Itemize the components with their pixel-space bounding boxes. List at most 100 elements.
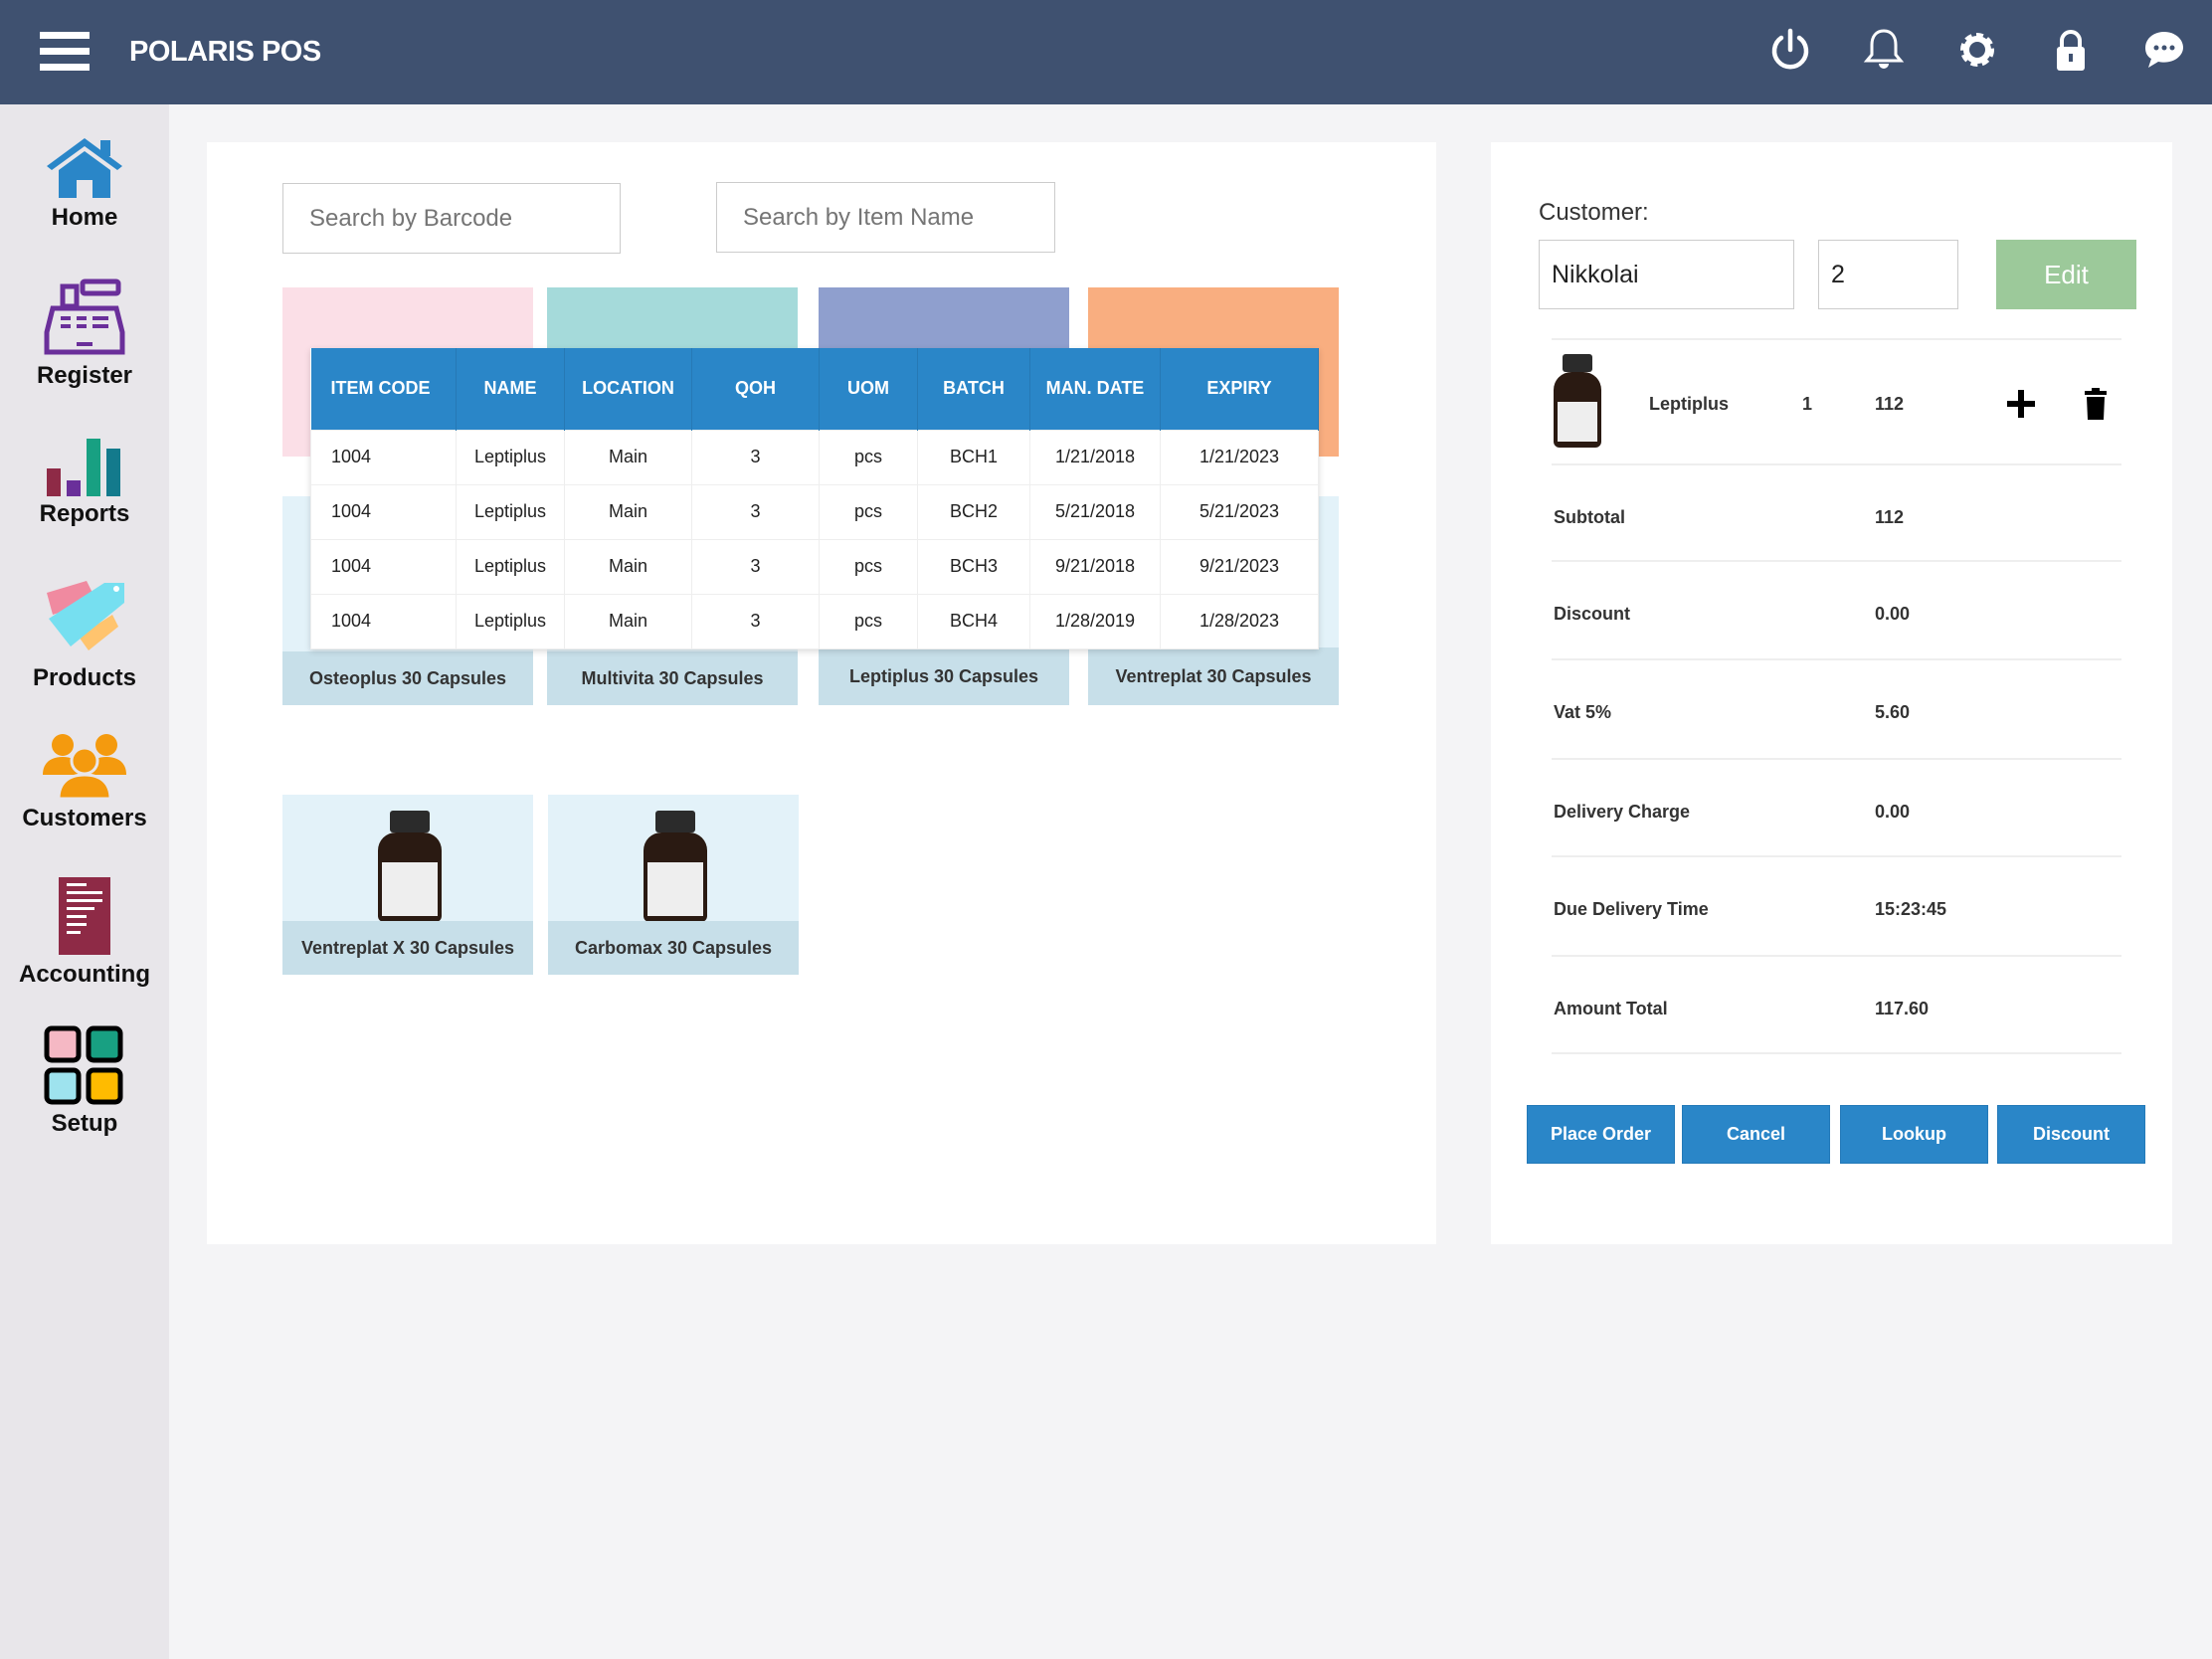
summary-value: 112 (1875, 507, 1905, 527)
sidebar-item-setup[interactable]: Setup (0, 1024, 169, 1138)
plus-icon[interactable] (2007, 390, 2035, 418)
table-cell: 1004 (310, 483, 457, 540)
table-row[interactable]: 1004 Leptiplus Main 3 pcs BCH4 1/28/2019 1/28/2… (310, 593, 1319, 649)
table-cell: 1/28/2023 (1160, 593, 1319, 649)
summary-row: Discount 0.00 (1552, 562, 2121, 660)
sidebar-item-label: Customers (22, 805, 147, 831)
table-cell: 1/21/2018 (1029, 429, 1161, 485)
table-cell: 3 (691, 593, 820, 649)
gear-icon[interactable] (1953, 26, 2001, 74)
table-cell: Leptiplus (456, 429, 565, 485)
barcode-search-input[interactable] (282, 183, 621, 254)
summary-label: Vat 5% (1554, 702, 1612, 722)
column-header[interactable]: MAN. DATE (1029, 348, 1161, 430)
place-order-button[interactable]: Place Order (1527, 1105, 1675, 1164)
table-cell: 5/21/2023 (1160, 483, 1319, 540)
summary-value: 0.00 (1875, 604, 1911, 624)
summary-row: Vat 5% 5.60 (1552, 660, 2121, 760)
sidebar-item-customers[interactable]: Customers (0, 731, 169, 832)
summary-row: Delivery Charge 0.00 (1552, 760, 2121, 857)
table-cell: Leptiplus (456, 483, 565, 540)
column-header[interactable]: QOH (691, 348, 820, 430)
summary-value: 5.60 (1875, 702, 1911, 722)
summary-value: 117.60 (1875, 999, 1930, 1018)
sidebar-item-products[interactable]: Products (0, 577, 169, 692)
chat-icon[interactable] (2140, 26, 2188, 74)
sidebar-item-accounting[interactable]: Accounting (0, 875, 169, 989)
column-header[interactable]: LOCATION (564, 348, 692, 430)
cart-item-price: 112 (1875, 394, 1905, 414)
table-cell: BCH4 (917, 593, 1030, 649)
tags-icon (47, 581, 124, 650)
column-header[interactable]: EXPIRY (1160, 348, 1319, 430)
table-cell: Main (564, 429, 692, 485)
table-row[interactable]: 1004 Leptiplus Main 3 pcs BCH2 5/21/2018 5/21/2… (310, 483, 1319, 540)
power-icon[interactable] (1766, 26, 1814, 74)
table-cell: 1/28/2019 (1029, 593, 1161, 649)
product-image (644, 811, 707, 922)
summary-row: Subtotal 112 (1552, 465, 2121, 562)
cart-item-image (1554, 354, 1601, 448)
cancel-button[interactable]: Cancel (1682, 1105, 1830, 1164)
table-cell: pcs (819, 429, 918, 485)
column-header[interactable]: ITEM CODE (310, 348, 457, 430)
table-row[interactable]: 1004 Leptiplus Main 3 pcs BCH1 1/21/2018 1/21/2… (310, 429, 1319, 485)
table-cell: 3 (691, 538, 820, 595)
table-cell: Main (564, 483, 692, 540)
table-row[interactable]: 1004 Leptiplus Main 3 pcs BCH3 9/21/2018 9/21/2… (310, 538, 1319, 595)
cart-item-name: Leptiplus (1649, 394, 1729, 414)
table-cell: Leptiplus (456, 538, 565, 595)
lock-icon[interactable] (2047, 26, 2095, 74)
summary-label: Delivery Charge (1554, 802, 1691, 822)
column-header[interactable]: NAME (456, 348, 565, 430)
cart-item: Leptiplus 1 112 (1552, 338, 2121, 465)
sidebar-item-label: Home (51, 204, 118, 231)
summary-value: 0.00 (1875, 802, 1911, 822)
receipt-icon (59, 877, 110, 955)
bar-chart-icon (47, 439, 120, 496)
sidebar-item-label: Reports (39, 500, 130, 527)
lookup-button[interactable]: Lookup (1840, 1105, 1988, 1164)
table-cell: 3 (691, 483, 820, 540)
customer-number-input[interactable] (1818, 240, 1958, 309)
table-cell: 1004 (310, 429, 457, 485)
cart-item-qty: 1 (1802, 394, 1813, 414)
sidebar-item-label: Products (32, 664, 136, 691)
summary-label: Amount Total (1554, 999, 1668, 1018)
table-cell: 5/21/2018 (1029, 483, 1161, 540)
cash-register-icon (44, 278, 125, 355)
sidebar-item-home[interactable]: Home (0, 134, 169, 232)
item-name-search-input[interactable] (716, 182, 1055, 253)
column-header[interactable]: UOM (819, 348, 918, 430)
table-cell: 1/21/2023 (1160, 429, 1319, 485)
home-icon (47, 138, 122, 198)
summary-row: Due Delivery Time 15:23:45 (1552, 857, 2121, 957)
table-cell: Main (564, 593, 692, 649)
product-tile-label: Carbomax 30 Capsules (548, 921, 799, 975)
hamburger-menu-icon[interactable] (40, 32, 90, 72)
customer-label: Customer: (1539, 199, 1649, 226)
users-icon (43, 734, 126, 801)
bell-icon[interactable] (1860, 26, 1908, 74)
product-tile[interactable]: Carbomax 30 Capsules (548, 795, 799, 975)
sidebar-item-label: Register (36, 362, 133, 389)
edit-customer-button[interactable]: Edit (1996, 240, 2136, 309)
sidebar-item-reports[interactable]: Reports (0, 433, 169, 528)
table-cell: 9/21/2018 (1029, 538, 1161, 595)
sidebar-item-register[interactable]: Register (0, 278, 169, 390)
sidebar-item-label: Accounting (19, 961, 150, 988)
column-header[interactable]: BATCH (917, 348, 1030, 430)
product-tile-label: Multivita 30 Capsules (547, 651, 798, 705)
product-tile-label: Ventreplat X 30 Capsules (282, 921, 533, 975)
trash-icon[interactable] (2085, 388, 2107, 420)
table-cell: 9/21/2023 (1160, 538, 1319, 595)
table-cell: pcs (819, 593, 918, 649)
table-cell: BCH3 (917, 538, 1030, 595)
discount-button[interactable]: Discount (1997, 1105, 2145, 1164)
product-tile[interactable]: Ventreplat X 30 Capsules (282, 795, 533, 975)
top-bar: POLARIS POS (0, 0, 2212, 104)
table-cell: 1004 (310, 538, 457, 595)
customer-name-input[interactable] (1539, 240, 1794, 309)
product-tile-label: Ventreplat 30 Capsules (1088, 647, 1339, 705)
table-cell: BCH2 (917, 483, 1030, 540)
